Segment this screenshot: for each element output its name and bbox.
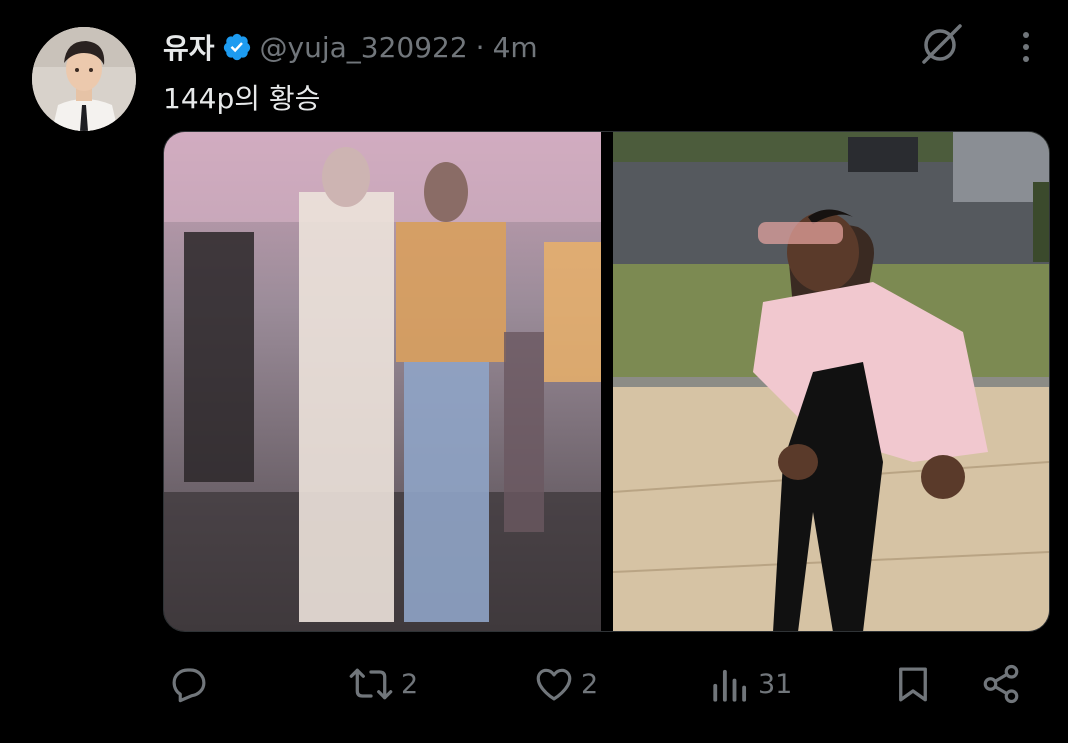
grok-icon[interactable]: [918, 20, 966, 68]
views-count: 31: [758, 668, 793, 700]
tweet-text: 144p의 황승: [163, 82, 321, 115]
views-icon: [710, 663, 752, 705]
media-grid: [163, 131, 1050, 632]
separator-dot: ·: [475, 30, 485, 64]
avatar-image: [32, 27, 136, 131]
more-vertical-icon[interactable]: [1011, 26, 1041, 66]
bookmark-icon: [892, 663, 934, 705]
heart-icon: [533, 663, 575, 705]
media-image-right[interactable]: [612, 132, 1050, 631]
retweet-icon: [347, 663, 395, 705]
reply-icon: [168, 663, 210, 705]
retweet-count: 2: [401, 668, 419, 700]
reply-button[interactable]: [168, 660, 216, 708]
like-button[interactable]: 2: [533, 660, 598, 708]
like-count: 2: [581, 668, 599, 700]
timestamp[interactable]: 4m: [493, 31, 538, 64]
media-image-left[interactable]: [164, 132, 601, 631]
handle[interactable]: @yuja_320922: [260, 31, 468, 64]
share-icon: [980, 663, 1022, 705]
retweet-button[interactable]: 2: [347, 660, 418, 708]
tweet-header: 유자 @yuja_320922 · 4m: [163, 27, 538, 67]
bookmark-button[interactable]: [892, 660, 934, 708]
display-name[interactable]: 유자: [163, 27, 215, 67]
avatar[interactable]: [32, 27, 136, 131]
verified-badge-icon: [222, 32, 252, 62]
share-button[interactable]: [980, 660, 1022, 708]
views-button[interactable]: 31: [710, 660, 792, 708]
